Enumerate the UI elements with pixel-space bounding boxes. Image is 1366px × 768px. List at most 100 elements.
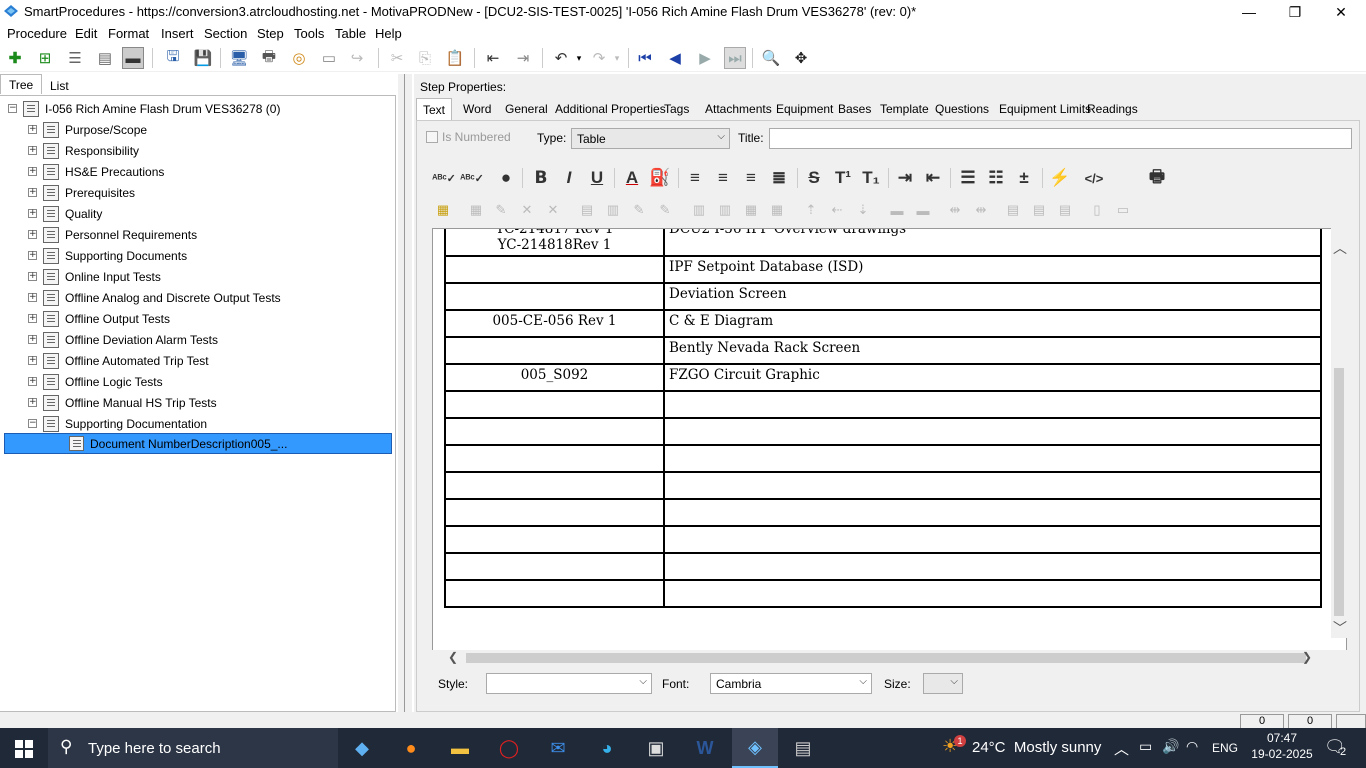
menu-insert[interactable]: Insert bbox=[161, 26, 194, 41]
numbered-list-icon[interactable]: ☷ bbox=[983, 166, 1009, 190]
table-tool-icon[interactable]: ⇡ bbox=[800, 200, 822, 220]
tab-tree[interactable]: Tree bbox=[0, 74, 43, 94]
tree-item[interactable]: − Supporting Documentation bbox=[28, 413, 207, 434]
document-number-cell[interactable] bbox=[444, 417, 665, 446]
document-table-row[interactable] bbox=[444, 579, 1322, 608]
description-cell[interactable]: Bently Nevada Rack Screen bbox=[663, 336, 1322, 365]
table-tool-icon[interactable]: ▤ bbox=[1002, 200, 1024, 220]
table-tool-icon[interactable]: ▤ bbox=[576, 200, 598, 220]
expand-icon[interactable]: + bbox=[28, 335, 37, 344]
printer-icon[interactable]: 🖶 bbox=[1144, 166, 1170, 190]
description-cell[interactable] bbox=[663, 390, 1322, 419]
weather-text[interactable]: 24°C Mostly sunny bbox=[972, 739, 1101, 756]
tab-general[interactable]: General bbox=[499, 98, 554, 120]
align-center-icon[interactable]: ≡ bbox=[710, 166, 736, 190]
code-icon[interactable]: </> bbox=[1081, 166, 1107, 190]
minimize-button[interactable]: — bbox=[1226, 0, 1272, 24]
menu-step[interactable]: Step bbox=[257, 26, 284, 41]
document-table-row[interactable]: 005_S092 FZGO Circuit Graphic bbox=[444, 363, 1322, 392]
tab-equipment[interactable]: Equipment bbox=[770, 98, 839, 120]
table-tool-icon[interactable]: ✕ bbox=[542, 200, 564, 220]
document-table-row[interactable]: 005-CE-056 Rev 1C & E Diagram bbox=[444, 309, 1322, 338]
scroll-down-icon[interactable]: ﹀ bbox=[1333, 618, 1347, 638]
description-cell[interactable] bbox=[663, 444, 1322, 473]
document-number-cell[interactable]: YC-214817 Rev 1 YC-214818Rev 1 bbox=[444, 229, 665, 257]
tree-item[interactable]: + Supporting Documents bbox=[28, 245, 187, 266]
horizontal-scroll-thumb[interactable] bbox=[466, 653, 1306, 663]
table-tool-icon[interactable]: ▦ bbox=[740, 200, 762, 220]
description-cell[interactable]: IPF Setpoint Database (ISD) bbox=[663, 255, 1322, 284]
menu-format[interactable]: Format bbox=[108, 26, 149, 41]
tree-item[interactable]: + Offline Logic Tests bbox=[28, 371, 163, 392]
copy-icon[interactable]: ⎘ bbox=[414, 47, 436, 69]
menu-table[interactable]: Table bbox=[335, 26, 366, 41]
table-tool-icon[interactable]: ⇠ bbox=[826, 200, 848, 220]
horizontal-scrollbar[interactable]: ❮ ❯ bbox=[432, 650, 1347, 666]
indent-out-icon[interactable]: ⇤ bbox=[920, 166, 946, 190]
menu-help[interactable]: Help bbox=[375, 26, 402, 41]
firefox-icon[interactable]: ● bbox=[395, 734, 427, 762]
indent-icon[interactable]: ⇥ bbox=[512, 47, 534, 69]
clock-time[interactable]: 07:47 bbox=[1256, 731, 1308, 745]
table-tool-icon[interactable]: ▬ bbox=[912, 200, 934, 220]
expand-icon[interactable]: + bbox=[28, 188, 37, 197]
tab-text[interactable]: Text bbox=[416, 98, 453, 120]
menu-section[interactable]: Section bbox=[204, 26, 247, 41]
redo-step-icon[interactable]: ↪ bbox=[346, 47, 368, 69]
table-tool-icon[interactable]: ▬ bbox=[886, 200, 908, 220]
app-icon[interactable]: ▣ bbox=[640, 734, 672, 762]
justify-icon[interactable]: ≣ bbox=[766, 166, 792, 190]
tree-item[interactable]: + Prerequisites bbox=[28, 182, 135, 203]
document-number-cell[interactable]: 005-CE-056 Rev 1 bbox=[444, 309, 665, 338]
tree-item[interactable]: + Offline Analog and Discrete Output Test… bbox=[28, 287, 281, 308]
tree-item[interactable]: + HS&E Precautions bbox=[28, 161, 164, 182]
description-cell[interactable] bbox=[663, 498, 1322, 527]
description-cell[interactable]: DCU2 I-56 IPF Overview drawings bbox=[663, 229, 1322, 257]
tree-item[interactable]: + Personnel Requirements bbox=[28, 224, 197, 245]
scroll-right-icon[interactable]: ❯ bbox=[1302, 650, 1312, 664]
document-number-cell[interactable] bbox=[444, 498, 665, 527]
expand-icon[interactable]: + bbox=[28, 314, 37, 323]
document-table-row[interactable]: Bently Nevada Rack Screen bbox=[444, 336, 1322, 365]
print-icon[interactable]: 🖶 bbox=[258, 47, 280, 69]
step-text-editor[interactable]: YC-214817 Rev 1 YC-214818Rev 1 DCU2 I-56 … bbox=[432, 228, 1347, 666]
last-icon[interactable]: ⏭ bbox=[724, 47, 746, 69]
bold-icon[interactable]: B bbox=[528, 166, 554, 190]
title-input[interactable] bbox=[769, 128, 1352, 149]
table-tool-icon[interactable]: ⇹ bbox=[944, 200, 966, 220]
windows-start-icon[interactable] bbox=[15, 740, 33, 758]
tab-word[interactable]: Word bbox=[457, 98, 497, 120]
description-cell[interactable] bbox=[663, 471, 1322, 500]
table-tool-icon[interactable]: ⇣ bbox=[852, 200, 874, 220]
vertical-scrollbar[interactable]: ︿ ﹀ bbox=[1331, 228, 1347, 638]
tree-root[interactable]: − I-056 Rich Amine Flash Drum VES36278 (… bbox=[8, 98, 280, 119]
document-number-cell[interactable] bbox=[444, 282, 665, 311]
table-tool-icon[interactable]: ▤ bbox=[1028, 200, 1050, 220]
tree-item[interactable]: + Responsibility bbox=[28, 140, 139, 161]
tree-item[interactable]: + Offline Deviation Alarm Tests bbox=[28, 329, 218, 350]
scroll-up-icon[interactable]: ︿ bbox=[1333, 238, 1347, 258]
list-icon[interactable]: ☰ bbox=[64, 47, 86, 69]
document-number-cell[interactable] bbox=[444, 579, 665, 608]
spellcheck-icon[interactable]: ᴬᴮᶜ✓ bbox=[431, 166, 457, 190]
taskbar-search-box[interactable]: ⚲ Type here to search bbox=[48, 728, 338, 768]
description-cell[interactable]: C & E Diagram bbox=[663, 309, 1322, 338]
panel-splitter[interactable] bbox=[398, 74, 412, 714]
table-tool-icon[interactable]: ✎ bbox=[654, 200, 676, 220]
vertical-scroll-thumb[interactable] bbox=[1334, 368, 1344, 616]
table-tool-icon[interactable]: ▥ bbox=[688, 200, 710, 220]
highlight-icon[interactable]: ⛽ bbox=[647, 166, 673, 190]
tree-item[interactable]: + Offline Manual HS Trip Tests bbox=[28, 392, 217, 413]
cut-icon[interactable]: ✂ bbox=[386, 47, 408, 69]
remote-desktop-icon[interactable]: ▤ bbox=[787, 734, 819, 762]
expand-icon[interactable]: + bbox=[28, 356, 37, 365]
monitor-icon[interactable]: 🖥 bbox=[228, 47, 250, 69]
document-table-row[interactable]: IPF Setpoint Database (ISD) bbox=[444, 255, 1322, 284]
expand-icon[interactable]: + bbox=[28, 251, 37, 260]
document-table[interactable]: YC-214817 Rev 1 YC-214818Rev 1 DCU2 I-56 … bbox=[444, 229, 1322, 608]
expand-icon[interactable]: + bbox=[28, 146, 37, 155]
add-child-icon[interactable]: ⊞ bbox=[34, 47, 56, 69]
tab-bases[interactable]: Bases bbox=[832, 98, 877, 120]
restore-button[interactable]: ❐ bbox=[1272, 0, 1318, 24]
strikethrough-icon[interactable]: S bbox=[801, 166, 827, 190]
